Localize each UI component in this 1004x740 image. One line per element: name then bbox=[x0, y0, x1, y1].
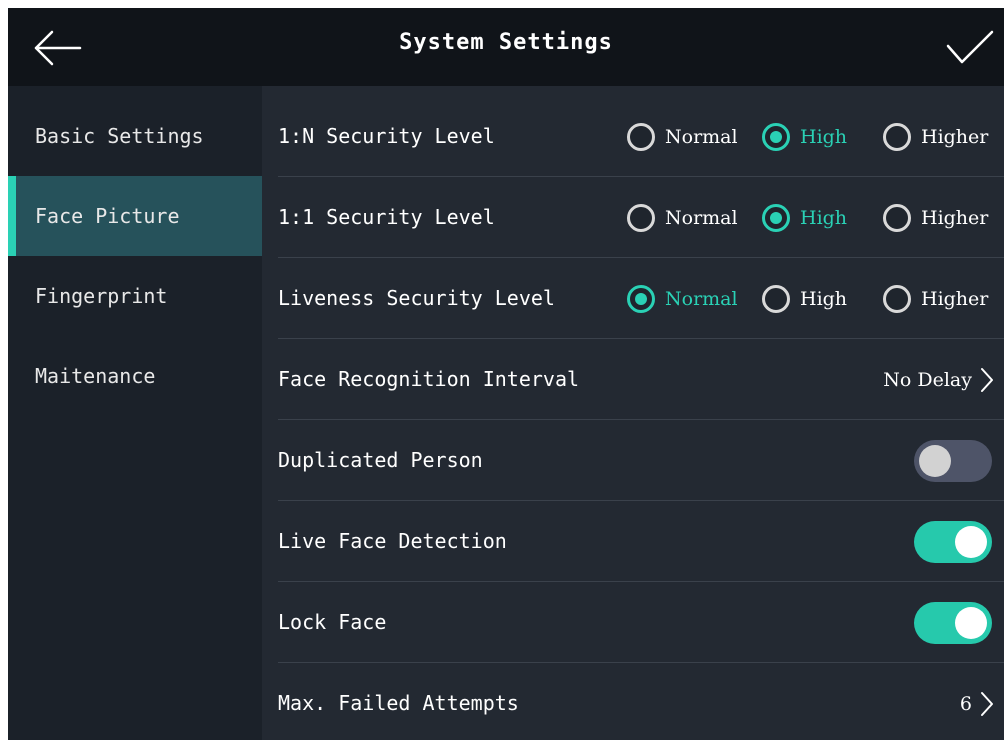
setting-row-lock-face: Lock Face bbox=[278, 582, 1004, 663]
setting-label: Live Face Detection bbox=[278, 529, 507, 553]
sidebar-item-label: Basic Settings bbox=[35, 124, 204, 148]
toggle-knob bbox=[919, 445, 951, 477]
setting-row-recognition-interval[interactable]: Face Recognition Interval No Delay bbox=[278, 339, 1004, 420]
toggle-knob bbox=[955, 526, 987, 558]
max-failed-attempts-value[interactable]: 6 bbox=[960, 663, 994, 740]
setting-row-live-face-detection: Live Face Detection bbox=[278, 501, 1004, 582]
sidebar-item-label: Maitenance bbox=[35, 364, 156, 388]
radio-liveness-normal[interactable]: Normal bbox=[627, 258, 738, 339]
setting-row-max-failed-attempts[interactable]: Max. Failed Attempts 6 bbox=[278, 663, 1004, 740]
sidebar: Basic Settings Face Picture Fingerprint … bbox=[8, 86, 262, 740]
radio-liveness-higher[interactable]: Higher bbox=[883, 258, 988, 339]
radio-one-security-normal[interactable]: Normal bbox=[627, 177, 738, 258]
radio-label: Normal bbox=[665, 125, 738, 148]
page-title: System Settings bbox=[399, 30, 613, 55]
setting-label: Max. Failed Attempts bbox=[278, 691, 519, 715]
radio-circle-selected bbox=[762, 122, 790, 151]
radio-label: High bbox=[800, 125, 848, 148]
setting-label: Lock Face bbox=[278, 610, 387, 634]
setting-row-n-security: 1:N Security Level Normal High Higher bbox=[278, 96, 1004, 177]
setting-label: 1:N Security Level bbox=[278, 124, 495, 148]
title-bar: System Settings bbox=[8, 8, 1004, 86]
radio-circle bbox=[627, 203, 655, 232]
radio-circle-selected bbox=[627, 284, 655, 313]
radio-label: Normal bbox=[665, 206, 738, 229]
radio-one-security-higher[interactable]: Higher bbox=[883, 177, 988, 258]
toggle-knob bbox=[955, 607, 987, 639]
radio-circle bbox=[627, 122, 655, 151]
setting-row-liveness-security: Liveness Security Level Normal High High… bbox=[278, 258, 1004, 339]
sidebar-item-label: Fingerprint bbox=[35, 284, 168, 308]
setting-label: Duplicated Person bbox=[278, 448, 483, 472]
radio-label: Higher bbox=[921, 287, 989, 310]
radio-n-security-higher[interactable]: Higher bbox=[883, 96, 988, 177]
setting-value: 6 bbox=[959, 692, 972, 715]
setting-label: Face Recognition Interval bbox=[278, 367, 580, 391]
settings-panel: 1:N Security Level Normal High Higher 1:… bbox=[262, 86, 1004, 740]
chevron-right-icon bbox=[981, 367, 993, 392]
lock-face-toggle[interactable] bbox=[914, 602, 992, 644]
recognition-interval-value[interactable]: No Delay bbox=[883, 339, 994, 420]
radio-label: High bbox=[800, 206, 848, 229]
radio-circle bbox=[883, 284, 911, 313]
radio-one-security-high[interactable]: High bbox=[762, 177, 847, 258]
sidebar-item-basic-settings[interactable]: Basic Settings bbox=[8, 96, 262, 176]
radio-circle bbox=[883, 203, 911, 232]
radio-n-security-high[interactable]: High bbox=[762, 96, 847, 177]
sidebar-item-label: Face Picture bbox=[35, 204, 180, 228]
radio-label: High bbox=[800, 287, 848, 310]
chevron-right-icon bbox=[981, 691, 993, 716]
radio-n-security-normal[interactable]: Normal bbox=[627, 96, 738, 177]
live-face-detection-toggle[interactable] bbox=[914, 521, 992, 563]
duplicated-person-toggle[interactable] bbox=[914, 440, 992, 482]
app-window: System Settings Basic Settings Face Pict… bbox=[8, 8, 1004, 740]
setting-row-one-security: 1:1 Security Level Normal High Higher bbox=[278, 177, 1004, 258]
radio-label: Higher bbox=[921, 125, 989, 148]
radio-liveness-high[interactable]: High bbox=[762, 258, 847, 339]
check-icon bbox=[946, 30, 994, 64]
radio-label: Higher bbox=[921, 206, 989, 229]
sidebar-item-face-picture[interactable]: Face Picture bbox=[8, 176, 262, 256]
sidebar-item-fingerprint[interactable]: Fingerprint bbox=[8, 256, 262, 336]
confirm-button[interactable] bbox=[942, 26, 998, 70]
radio-circle bbox=[883, 122, 911, 151]
radio-label: Normal bbox=[665, 287, 738, 310]
setting-label: Liveness Security Level bbox=[278, 286, 555, 310]
setting-row-duplicated-person: Duplicated Person bbox=[278, 420, 1004, 501]
sidebar-item-maintenance[interactable]: Maitenance bbox=[8, 336, 262, 416]
setting-label: 1:1 Security Level bbox=[278, 205, 495, 229]
radio-circle bbox=[762, 284, 790, 313]
radio-circle-selected bbox=[762, 203, 790, 232]
setting-value: No Delay bbox=[883, 368, 972, 391]
